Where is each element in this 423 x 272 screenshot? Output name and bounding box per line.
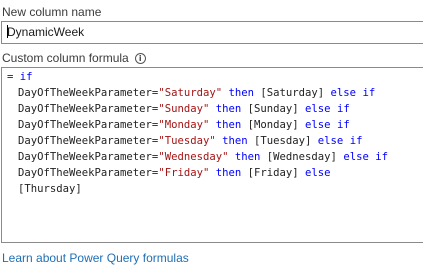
formula-then-keyword: then xyxy=(215,135,255,147)
formula-param: DayOfTheWeekParameter= xyxy=(18,119,159,131)
formula-else-keyword: else if xyxy=(324,87,376,99)
formula-string: "Tuesday" xyxy=(158,135,216,147)
formula-else-keyword: else if xyxy=(336,151,388,163)
formula-column-ref: [Sunday] xyxy=(247,103,299,115)
formula-line: DayOfTheWeekParameter="Monday" then [Mon… xyxy=(18,119,350,132)
formula-else-keyword: else if xyxy=(311,135,363,147)
formula-line-1: = if xyxy=(7,71,33,84)
formula-line: DayOfTheWeekParameter="Saturday" then [S… xyxy=(18,87,375,100)
formula-column-ref: [Thursday] xyxy=(18,183,82,195)
formula-column-ref: [Wednesday] xyxy=(266,151,337,163)
info-icon[interactable]: i xyxy=(134,53,146,64)
new-column-name-value: DynamicWeek xyxy=(7,25,85,39)
formula-editor[interactable]: = if DayOfTheWeekParameter="Saturday" th… xyxy=(1,67,423,243)
formula-string: "Friday" xyxy=(158,167,210,179)
formula-string: "Wednesday" xyxy=(158,151,229,163)
formula-param: DayOfTheWeekParameter= xyxy=(18,87,159,99)
formula-column-ref: [Monday] xyxy=(247,119,299,131)
formula-string: "Saturday" xyxy=(158,87,223,99)
formula-else-keyword: else if xyxy=(298,103,350,115)
formula-string: "Sunday" xyxy=(158,103,210,115)
formula-column-ref: [Friday] xyxy=(247,167,299,179)
formula-line-last: [Thursday] xyxy=(18,183,82,196)
new-column-name-input[interactable]: DynamicWeek xyxy=(1,21,423,44)
formula-line: DayOfTheWeekParameter="Friday" then [Fri… xyxy=(18,167,331,180)
new-column-name-label: New column name xyxy=(2,5,102,19)
formula-if-keyword: if xyxy=(19,71,33,83)
formula-param: DayOfTheWeekParameter= xyxy=(18,167,159,179)
formula-line: DayOfTheWeekParameter="Wednesday" then [… xyxy=(18,151,388,164)
formula-column-ref: [Saturday] xyxy=(260,87,325,99)
formula-equals: = xyxy=(7,71,20,83)
custom-column-formula-label: Custom column formula i xyxy=(2,51,146,65)
formula-line: DayOfTheWeekParameter="Tuesday" then [Tu… xyxy=(18,135,362,148)
formula-then-keyword: then xyxy=(228,151,267,163)
formula-param: DayOfTheWeekParameter= xyxy=(18,103,159,115)
formula-else-keyword: else if xyxy=(298,119,350,131)
formula-else-keyword: else xyxy=(298,167,331,179)
formula-string: "Monday" xyxy=(158,119,210,131)
learn-power-query-link[interactable]: Learn about Power Query formulas xyxy=(2,251,189,265)
formula-param: DayOfTheWeekParameter= xyxy=(18,135,159,147)
formula-then-keyword: then xyxy=(222,87,261,99)
formula-then-keyword: then xyxy=(209,167,248,179)
formula-then-keyword: then xyxy=(209,119,248,131)
formula-then-keyword: then xyxy=(209,103,248,115)
formula-label-text: Custom column formula xyxy=(2,51,129,65)
formula-param: DayOfTheWeekParameter= xyxy=(18,151,159,163)
formula-column-ref: [Tuesday] xyxy=(254,135,312,147)
formula-line: DayOfTheWeekParameter="Sunday" then [Sun… xyxy=(18,103,350,116)
